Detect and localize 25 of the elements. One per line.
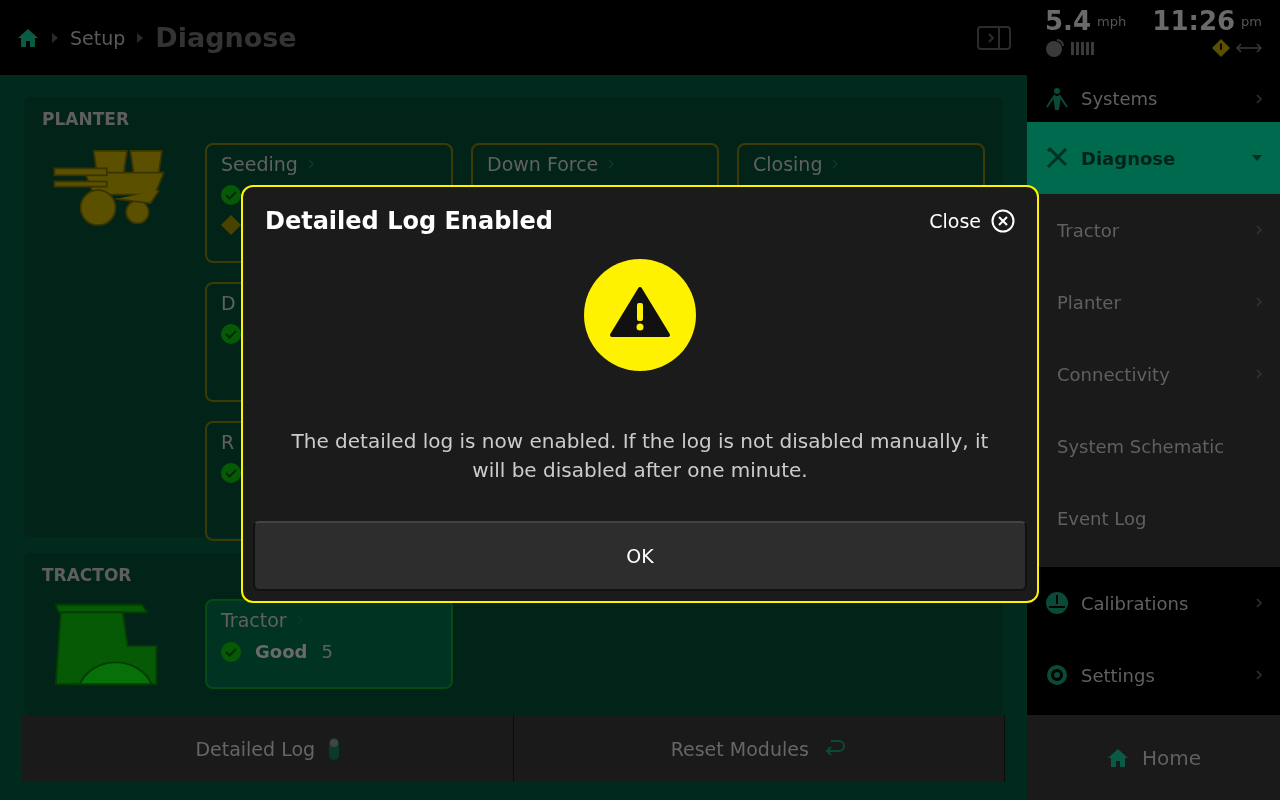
status-label: Good [255,641,308,662]
card-title: D [221,292,236,314]
sidebar-label: Event Log [1057,507,1147,529]
card-title: R [221,431,235,453]
sidebar-label: System Schematic [1057,435,1225,457]
sidebar-label: Systems [1081,88,1158,109]
dialog-title: Detailed Log Enabled [265,207,553,235]
card-title: Down Force [487,153,599,175]
speed-unit: mph [1097,13,1127,29]
clock-time: 11:26 [1152,6,1236,36]
dialog-message: The detailed log is now enabled. If the log is not disabled manually, it will be disabled after one minute. [290,428,990,484]
time-suffix: pm [1241,13,1262,29]
sidebar-label: Settings [1081,664,1155,686]
sidebar-label: Diagnose [1081,147,1176,169]
status-count: 5 [321,641,333,662]
sidebar-label: Tractor [1057,219,1120,241]
card-title: Tractor [221,609,287,631]
sidebar-label: Connectivity [1057,363,1170,385]
card-title: Closing [753,153,823,175]
sidebar-label: Planter [1057,291,1121,313]
section-title: TRACTOR [42,565,133,585]
card-title: Seeding [221,153,298,175]
sidebar-label: Calibrations [1081,592,1189,614]
section-title: PLANTER [42,109,130,129]
speed-value: 5.4 [1045,6,1092,36]
